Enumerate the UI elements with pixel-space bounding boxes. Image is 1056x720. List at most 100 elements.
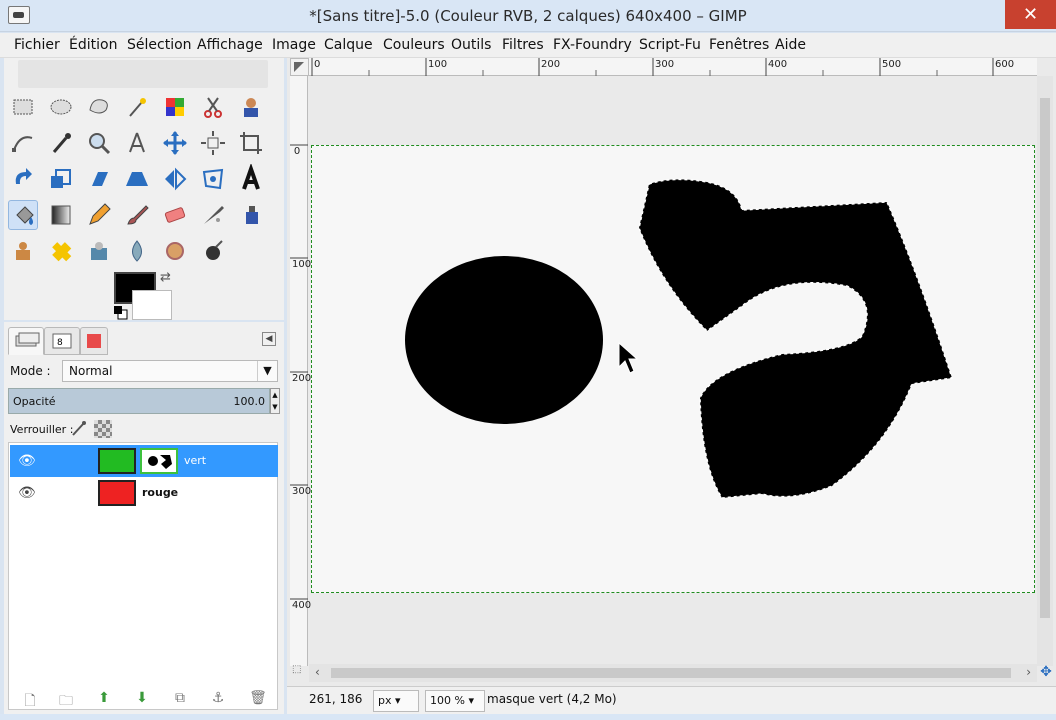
clone-tool-icon[interactable] bbox=[8, 236, 38, 266]
scroll-right-icon[interactable]: › bbox=[1026, 665, 1031, 679]
unit-select[interactable]: px ▾ bbox=[373, 690, 419, 712]
reset-colors-icon[interactable] bbox=[114, 306, 128, 320]
tab-channels[interactable]: 8 bbox=[44, 327, 80, 355]
menu-fichier[interactable]: Fichier bbox=[14, 37, 60, 53]
horizontal-scrollbar[interactable]: ‹ › bbox=[309, 664, 1037, 682]
scissors-tool-icon[interactable] bbox=[198, 92, 228, 122]
chevron-down-icon: ▼ bbox=[257, 361, 277, 381]
crop-tool-icon[interactable] bbox=[236, 128, 266, 158]
ruler-corner[interactable] bbox=[290, 58, 309, 76]
menu-fx-foundry[interactable]: FX-Foundry bbox=[553, 37, 632, 53]
menu-affichage[interactable]: Affichage bbox=[197, 37, 263, 53]
flip-tool-icon[interactable] bbox=[160, 164, 190, 194]
airbrush-tool-icon[interactable] bbox=[198, 200, 228, 230]
menu-fenetres[interactable]: Fenêtres bbox=[709, 37, 769, 53]
menu-edition[interactable]: Édition bbox=[69, 37, 117, 53]
layer-row-rouge[interactable]: 👁 rouge bbox=[10, 477, 278, 509]
black-ellipse-shape bbox=[405, 256, 603, 424]
delete-layer-icon[interactable]: 🗑 bbox=[246, 690, 270, 712]
opacity-slider[interactable]: Opacité 100.0 bbox=[8, 388, 270, 414]
select-by-color-tool-icon[interactable] bbox=[160, 92, 190, 122]
layer-row-vert[interactable]: 👁 vert bbox=[10, 445, 278, 477]
menu-image[interactable]: Image bbox=[272, 37, 316, 53]
menu-selection[interactable]: Sélection bbox=[127, 37, 192, 53]
paintbrush-tool-icon[interactable] bbox=[122, 200, 152, 230]
lock-pixels-icon[interactable] bbox=[70, 420, 88, 442]
ruler-label: 300 bbox=[655, 59, 675, 70]
ink-tool-icon[interactable] bbox=[236, 200, 266, 230]
foreground-select-tool-icon[interactable] bbox=[236, 92, 266, 122]
scroll-left-icon[interactable]: ‹ bbox=[315, 665, 320, 679]
anchor-layer-icon[interactable]: ⚓ bbox=[206, 690, 230, 712]
convolve-tool-icon[interactable] bbox=[198, 236, 228, 266]
tab-paths[interactable] bbox=[80, 327, 108, 355]
menu-calque[interactable]: Calque bbox=[324, 37, 373, 53]
unit-value: px bbox=[378, 694, 392, 707]
zoom-select[interactable]: 100 % ▾ bbox=[425, 690, 485, 712]
smudge-tool-icon[interactable] bbox=[122, 236, 152, 266]
measure-tool-icon[interactable] bbox=[122, 128, 152, 158]
horizontal-scrollbar-thumb[interactable] bbox=[331, 668, 1011, 678]
zoom-tool-icon[interactable] bbox=[84, 128, 114, 158]
duplicate-layer-icon[interactable]: ⧉ bbox=[168, 690, 192, 712]
move-tool-icon[interactable] bbox=[160, 128, 190, 158]
swap-colors-icon[interactable]: ⇄ bbox=[160, 270, 171, 285]
close-window-button[interactable]: ✕ bbox=[1005, 0, 1056, 29]
vertical-ruler[interactable]: 0 100 200 300 400 bbox=[290, 76, 311, 666]
menu-aide[interactable]: Aide bbox=[775, 37, 806, 53]
visibility-eye-icon[interactable]: 👁 bbox=[18, 485, 36, 501]
navigate-icon[interactable]: ✥ bbox=[1037, 664, 1055, 682]
raise-layer-icon[interactable]: ⬆ bbox=[92, 690, 116, 712]
quick-mask-icon[interactable]: ⬚ bbox=[292, 664, 308, 682]
dock-menu-icon[interactable]: ◀ bbox=[262, 332, 276, 346]
rect-select-tool-icon[interactable] bbox=[8, 92, 38, 122]
eraser-tool-icon[interactable] bbox=[160, 200, 190, 230]
background-color-swatch[interactable] bbox=[132, 290, 172, 320]
lower-layer-icon[interactable]: ⬇ bbox=[130, 690, 154, 712]
canvas-drawing bbox=[405, 178, 953, 499]
blend-tool-icon[interactable] bbox=[46, 200, 76, 230]
bucket-fill-tool-icon[interactable] bbox=[8, 200, 38, 230]
zoom-value: 100 % bbox=[430, 694, 465, 707]
window-bottom-border bbox=[0, 714, 1056, 720]
opacity-spinner[interactable]: ▲ ▼ bbox=[270, 388, 280, 414]
ruler-label: 500 bbox=[882, 59, 902, 70]
rotate-tool-icon[interactable] bbox=[8, 164, 38, 194]
free-select-tool-icon[interactable] bbox=[84, 92, 114, 122]
menu-filtres[interactable]: Filtres bbox=[502, 37, 544, 53]
horizontal-ruler[interactable]: 0 100 200 300 400 500 600 bbox=[309, 58, 1037, 76]
blur-tool-icon[interactable] bbox=[160, 236, 190, 266]
menu-outils[interactable]: Outils bbox=[451, 37, 491, 53]
color-picker-tool-icon[interactable] bbox=[46, 128, 76, 158]
ruler-label: 0 bbox=[293, 146, 301, 157]
layer-name[interactable]: rouge bbox=[142, 486, 178, 499]
cage-tool-icon[interactable] bbox=[198, 164, 228, 194]
align-tool-icon[interactable] bbox=[198, 128, 228, 158]
black-blob-shape bbox=[638, 178, 953, 499]
layer-mode-value: Normal bbox=[69, 364, 113, 378]
mode-label: Mode : bbox=[10, 364, 51, 378]
pencil-tool-icon[interactable] bbox=[84, 200, 114, 230]
ellipse-select-tool-icon[interactable] bbox=[46, 92, 76, 122]
new-layer-icon[interactable]: 🗋 bbox=[18, 690, 42, 712]
tab-layers[interactable] bbox=[8, 327, 44, 355]
new-layer-group-icon[interactable]: 🗀 bbox=[54, 690, 78, 712]
fuzzy-select-tool-icon[interactable] bbox=[122, 92, 152, 122]
image-canvas[interactable] bbox=[311, 145, 1035, 593]
menu-couleurs[interactable]: Couleurs bbox=[383, 37, 445, 53]
perspective-tool-icon[interactable] bbox=[122, 164, 152, 194]
shear-tool-icon[interactable] bbox=[84, 164, 114, 194]
menu-script-fu[interactable]: Script-Fu bbox=[639, 37, 701, 53]
vertical-scrollbar-thumb[interactable] bbox=[1040, 98, 1050, 618]
dodge-burn-tool-icon[interactable] bbox=[84, 236, 114, 266]
layer-name[interactable]: vert bbox=[184, 454, 206, 467]
pointer-coordinates: 261, 186 bbox=[309, 692, 363, 706]
scale-tool-icon[interactable] bbox=[46, 164, 76, 194]
paths-tool-icon[interactable] bbox=[8, 128, 38, 158]
lock-alpha-icon[interactable] bbox=[94, 420, 112, 438]
visibility-eye-icon[interactable]: 👁 bbox=[18, 453, 36, 469]
layer-mode-select[interactable]: Normal ▼ bbox=[62, 360, 278, 382]
text-tool-icon[interactable] bbox=[236, 162, 266, 194]
vertical-scrollbar[interactable] bbox=[1037, 76, 1053, 666]
heal-tool-icon[interactable] bbox=[46, 236, 76, 266]
